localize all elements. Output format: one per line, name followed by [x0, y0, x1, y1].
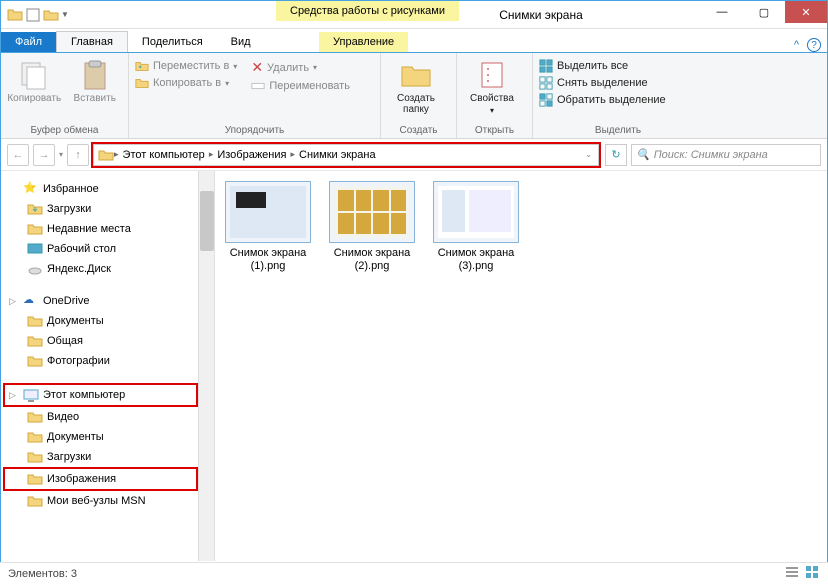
back-button[interactable]: ←: [7, 144, 29, 166]
copy-to-button[interactable]: Копировать в ▾: [135, 76, 237, 90]
group-open: Открыть: [463, 123, 526, 138]
address-bar[interactable]: ▸ Этот компьютер▸ Изображения▸ Снимки эк…: [93, 144, 599, 166]
tab-share[interactable]: Поделиться: [128, 32, 217, 52]
tree-favorites[interactable]: ⭐Избранное: [5, 179, 214, 199]
select-none-button[interactable]: Снять выделение: [539, 76, 666, 90]
tree-this-pc[interactable]: ▷Этот компьютер: [5, 385, 196, 405]
group-clipboard: Буфер обмена: [7, 123, 122, 138]
minimize-button[interactable]: —: [701, 1, 743, 23]
tree-item-downloads-pc[interactable]: Загрузки: [5, 447, 214, 467]
breadcrumb-segment[interactable]: Этот компьютер: [119, 149, 209, 161]
group-new: Создать: [387, 123, 450, 138]
search-box[interactable]: 🔍 Поиск: Снимки экрана: [631, 144, 821, 166]
tree-item-recent[interactable]: Недавние места: [5, 219, 214, 239]
new-folder-qat-icon[interactable]: [43, 7, 59, 23]
item-count: Элементов: 3: [8, 568, 77, 580]
maximize-button[interactable]: ▢: [743, 1, 785, 23]
window-title: Снимки экрана: [499, 8, 583, 22]
breadcrumb-segment[interactable]: Изображения: [213, 149, 290, 161]
file-item[interactable]: Снимок экрана (2).png: [325, 181, 419, 273]
address-dropdown-icon[interactable]: ⌄: [579, 150, 598, 159]
title-bar: ▼ Средства работы с рисунками Снимки экр…: [1, 1, 827, 29]
invert-selection-button[interactable]: Обратить выделение: [539, 93, 666, 107]
group-organize: Упорядочить: [135, 123, 374, 138]
tree-item-videos[interactable]: Видео: [5, 407, 214, 427]
tab-file[interactable]: Файл: [1, 32, 56, 52]
tree-scrollbar[interactable]: [198, 171, 214, 561]
ribbon: Копировать Вставить Буфер обмена Перемес…: [1, 53, 827, 139]
tree-item-downloads[interactable]: Загрузки: [5, 199, 214, 219]
status-bar: Элементов: 3: [0, 562, 828, 584]
tree-onedrive[interactable]: ▷☁OneDrive: [5, 291, 214, 311]
file-item[interactable]: Снимок экрана (1).png: [221, 181, 315, 273]
group-select: Выделить: [539, 123, 697, 138]
context-tab-label: Средства работы с рисунками: [276, 1, 459, 21]
qat-dropdown-icon[interactable]: ▼: [61, 10, 69, 19]
search-icon: 🔍: [636, 148, 650, 161]
tree-item-yandex[interactable]: Яндекс.Диск: [5, 259, 214, 279]
view-thumbnails-icon[interactable]: [804, 564, 820, 583]
tab-manage[interactable]: Управление: [319, 32, 408, 52]
select-all-button[interactable]: Выделить все: [539, 59, 666, 73]
forward-button[interactable]: →: [33, 144, 55, 166]
tab-home[interactable]: Главная: [56, 31, 128, 52]
folder-icon: [7, 7, 23, 23]
folder-icon: [98, 147, 114, 163]
tree-item-photos[interactable]: Фотографии: [5, 351, 214, 371]
tree-item-msn[interactable]: Мои веб-узлы MSN: [5, 491, 214, 511]
move-to-button[interactable]: Переместить в ▾: [135, 59, 237, 73]
address-bar-row: ← → ▾ ↑ ▸ Этот компьютер▸ Изображения▸ С…: [1, 139, 827, 171]
new-folder-button[interactable]: Создать папку: [387, 55, 445, 115]
tree-item-shared[interactable]: Общая: [5, 331, 214, 351]
help-icon[interactable]: ?: [807, 38, 821, 52]
file-item[interactable]: Снимок экрана (3).png: [429, 181, 523, 273]
file-list[interactable]: Снимок экрана (1).png Снимок экрана (2).…: [215, 171, 827, 561]
refresh-button[interactable]: ↻: [605, 144, 627, 166]
breadcrumb-segment[interactable]: Снимки экрана: [295, 149, 380, 161]
ribbon-tabs: Файл Главная Поделиться Вид Управление ^…: [1, 29, 827, 53]
delete-button[interactable]: ✕Удалить ▾: [251, 59, 350, 76]
recent-locations-icon[interactable]: ▾: [59, 150, 63, 159]
tree-item-documents[interactable]: Документы: [5, 311, 214, 331]
close-button[interactable]: ✕: [785, 1, 827, 23]
navigation-pane[interactable]: ⭐Избранное Загрузки Недавние места Рабоч…: [1, 171, 215, 561]
minimize-ribbon-icon[interactable]: ^: [794, 39, 799, 51]
tree-item-pictures[interactable]: Изображения: [5, 469, 196, 489]
properties-qat-icon[interactable]: [25, 7, 41, 23]
tree-item-desktop[interactable]: Рабочий стол: [5, 239, 214, 259]
copy-button[interactable]: Копировать: [7, 55, 62, 104]
properties-button[interactable]: Свойства ▾: [463, 55, 521, 115]
view-details-icon[interactable]: [784, 564, 800, 583]
up-button[interactable]: ↑: [67, 144, 89, 166]
paste-button[interactable]: Вставить: [68, 55, 123, 104]
tab-view[interactable]: Вид: [217, 32, 265, 52]
rename-button[interactable]: Переименовать: [251, 79, 350, 93]
content-area: ⭐Избранное Загрузки Недавние места Рабоч…: [1, 171, 827, 561]
tree-item-documents-pc[interactable]: Документы: [5, 427, 214, 447]
